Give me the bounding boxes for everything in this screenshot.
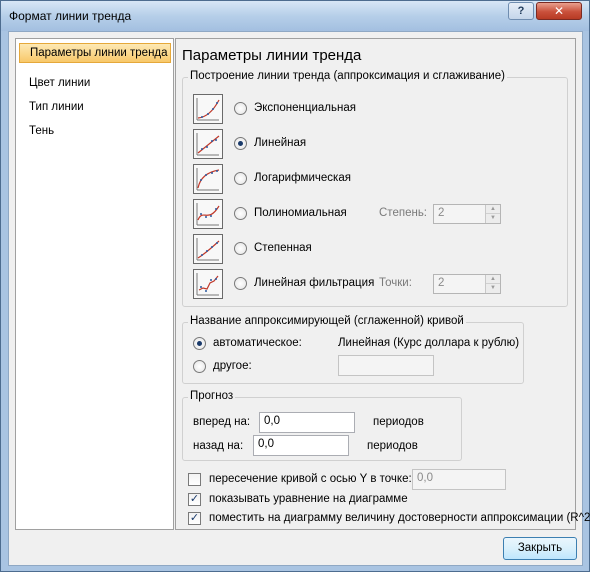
show-r2-label: поместить на диаграмму величину достовер… [209, 512, 590, 524]
moving-average-radio[interactable] [234, 277, 247, 290]
trend-type-legend: Построение линии тренда (аппроксимация и… [188, 70, 507, 82]
logarithmic-label: Логарифмическая [254, 172, 351, 184]
options-panel: Параметры линии тренда Построение линии … [175, 38, 590, 530]
polynomial-trend-icon [193, 199, 223, 229]
dialog-body: Параметры линии тренда Цвет линии Тип ли… [8, 31, 590, 566]
forward-periods-input[interactable]: 0,0 [259, 412, 355, 433]
forecast-legend: Прогноз [188, 390, 236, 402]
points-spinner[interactable]: 2 ▲ ▼ [433, 274, 501, 294]
trend-option-logarithmic: Логарифмическая [183, 164, 567, 194]
custom-name-radio[interactable] [193, 360, 206, 373]
trend-name-group: Название аппроксимирующей (сглаженной) к… [182, 315, 524, 384]
linear-trend-icon [193, 129, 223, 159]
show-equation-checkbox[interactable]: ✓ [188, 493, 201, 506]
trend-option-exponential: Экспоненциальная [183, 94, 567, 124]
custom-name-label: другое: [213, 360, 252, 372]
power-label: Степенная [254, 242, 312, 254]
points-value: 2 [438, 277, 445, 289]
auto-name-label: автоматическое: [213, 337, 302, 349]
auto-name-radio[interactable] [193, 337, 206, 350]
degree-up-icon[interactable]: ▲ [486, 205, 500, 214]
title-bar[interactable]: Формат линии тренда ? ✕ [1, 1, 589, 31]
backward-label: назад на: [193, 440, 244, 452]
power-trend-icon [193, 234, 223, 264]
close-button[interactable]: Закрыть [503, 537, 577, 560]
close-window-button[interactable]: ✕ [536, 2, 582, 20]
nav-item-shadow[interactable]: Тень [19, 121, 171, 141]
show-equation-label: показывать уравнение на диаграмме [209, 493, 408, 505]
degree-value: 2 [438, 207, 445, 219]
points-label: Точки: [379, 277, 412, 289]
logarithmic-radio[interactable] [234, 172, 247, 185]
degree-label: Степень: [379, 207, 427, 219]
custom-name-input[interactable] [338, 355, 434, 376]
degree-spinner[interactable]: 2 ▲ ▼ [433, 204, 501, 224]
exponential-label: Экспоненциальная [254, 102, 356, 114]
format-trendline-dialog: Формат линии тренда ? ✕ Параметры линии … [0, 0, 590, 572]
exponential-trend-icon [193, 94, 223, 124]
category-list: Параметры линии тренда Цвет линии Тип ли… [15, 38, 174, 530]
linear-label: Линейная [254, 137, 307, 149]
trend-type-group: Построение линии тренда (аппроксимация и… [182, 70, 568, 307]
moving-average-trend-icon [193, 269, 223, 299]
trend-option-polynomial: Полиномиальная Степень: 2 ▲ ▼ [183, 199, 567, 229]
polynomial-label: Полиномиальная [254, 207, 347, 219]
auto-name-value: Линейная (Курс доллара к рублю) [338, 337, 520, 349]
points-down-icon[interactable]: ▼ [486, 284, 500, 293]
degree-down-icon[interactable]: ▼ [486, 214, 500, 223]
nav-item-line-color[interactable]: Цвет линии [19, 73, 171, 93]
help-button[interactable]: ? [508, 2, 534, 20]
dialog-title: Формат линии тренда [9, 9, 132, 23]
nav-item-trendline-options[interactable]: Параметры линии тренда [19, 43, 171, 63]
trend-name-legend: Название аппроксимирующей (сглаженной) к… [188, 315, 466, 327]
trend-option-linear: Линейная [183, 129, 567, 159]
power-radio[interactable] [234, 242, 247, 255]
trend-option-power: Степенная [183, 234, 567, 264]
trend-option-moving-average: Линейная фильтрация Точки: 2 ▲ ▼ [183, 269, 567, 299]
intercept-input[interactable]: 0,0 [412, 469, 506, 490]
forward-periods-label: периодов [373, 416, 424, 428]
forecast-group: Прогноз вперед на: 0,0 периодов назад на… [182, 390, 462, 461]
forward-label: вперед на: [193, 416, 251, 428]
backward-periods-label: периодов [367, 440, 418, 452]
intercept-checkbox[interactable] [188, 473, 201, 486]
linear-radio[interactable] [234, 137, 247, 150]
logarithmic-trend-icon [193, 164, 223, 194]
nav-item-line-style[interactable]: Тип линии [19, 97, 171, 117]
moving-average-label: Линейная фильтрация [254, 277, 375, 289]
points-up-icon[interactable]: ▲ [486, 275, 500, 284]
intercept-label: пересечение кривой с осью Y в точке: [209, 473, 412, 485]
exponential-radio[interactable] [234, 102, 247, 115]
backward-periods-input[interactable]: 0,0 [253, 435, 349, 456]
show-r2-checkbox[interactable]: ✓ [188, 512, 201, 525]
panel-title: Параметры линии тренда [182, 47, 362, 64]
polynomial-radio[interactable] [234, 207, 247, 220]
